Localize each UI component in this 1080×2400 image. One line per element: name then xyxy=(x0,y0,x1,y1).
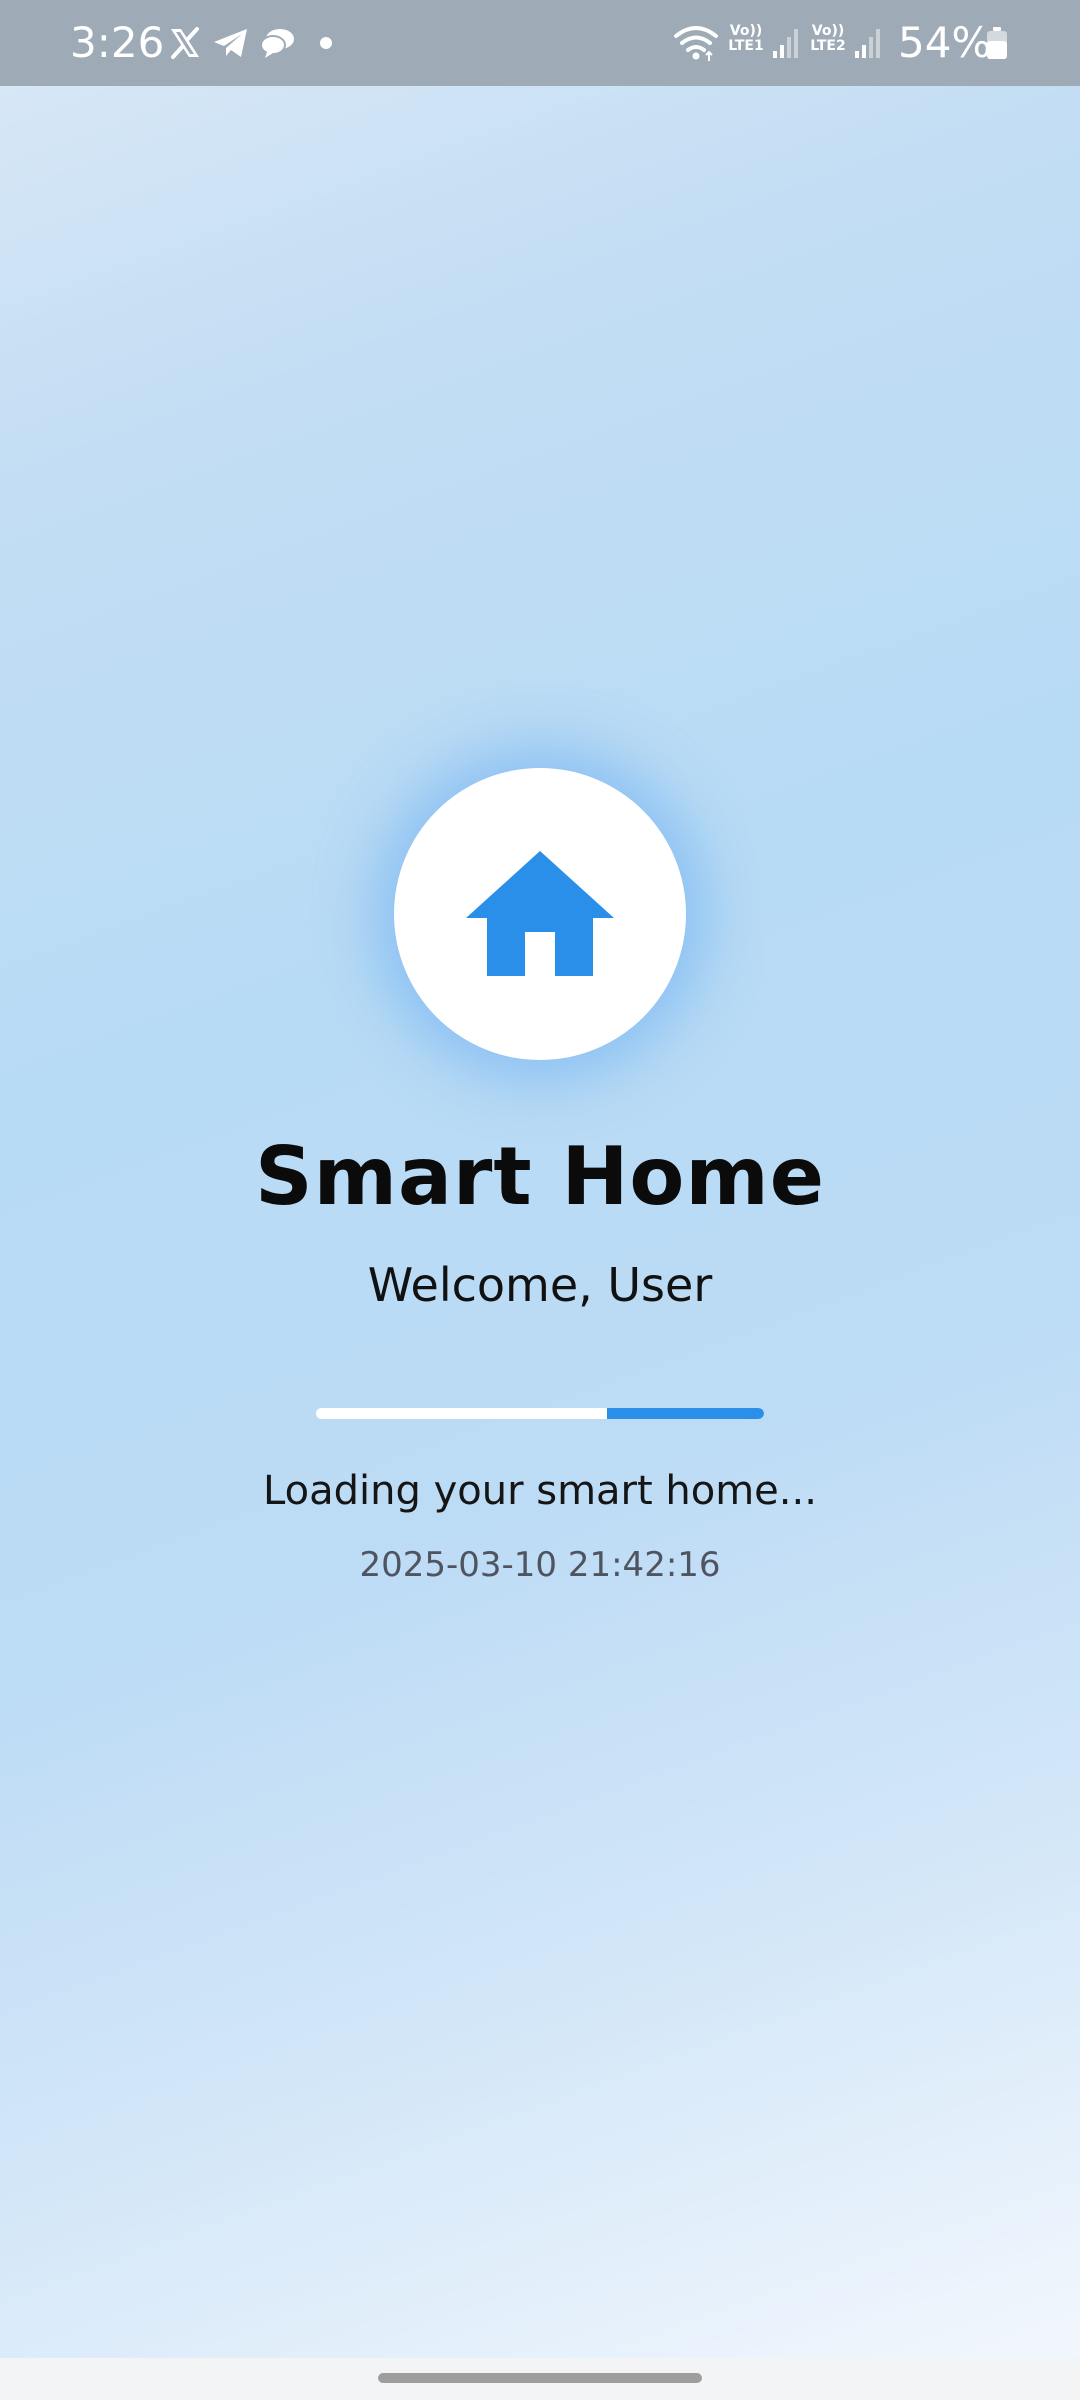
loading-progress-fill xyxy=(607,1408,764,1419)
home-indicator[interactable] xyxy=(378,2373,702,2383)
status-bar: 3:26 Vo)) LTE1 Vo)) LTE2 54% xyxy=(0,0,1080,86)
loading-progress-bar xyxy=(316,1408,764,1419)
chat-bubble-icon xyxy=(258,0,298,86)
sim1-label: Vo)) LTE1 xyxy=(726,24,766,54)
battery-percent: 54% xyxy=(898,18,992,67)
sim1-volte-label: Vo)) xyxy=(729,23,763,39)
app-title: Smart Home xyxy=(254,1130,826,1223)
splash-screen: 3:26 Vo)) LTE1 Vo)) LTE2 54% Smart Home … xyxy=(0,0,1080,2400)
sim2-label: Vo)) LTE2 xyxy=(808,24,848,54)
timestamp: 2025-03-10 21:42:16 xyxy=(359,1545,721,1585)
telegram-icon xyxy=(210,0,252,86)
welcome-text: Welcome, User xyxy=(367,1258,713,1312)
home-icon xyxy=(466,851,614,976)
sim2-volte-label: Vo)) xyxy=(811,23,845,39)
x-icon xyxy=(166,0,204,86)
signal-icon xyxy=(852,0,886,86)
dot-icon xyxy=(316,0,336,86)
loading-text: Loading your smart home... xyxy=(263,1468,817,1514)
sim1-network-label: LTE1 xyxy=(728,38,764,54)
wifi-icon xyxy=(672,0,720,86)
app-logo xyxy=(394,768,686,1060)
sim2-network-label: LTE2 xyxy=(810,38,846,54)
signal-icon xyxy=(770,0,804,86)
battery-icon xyxy=(984,0,1010,86)
status-time: 3:26 xyxy=(70,18,165,67)
